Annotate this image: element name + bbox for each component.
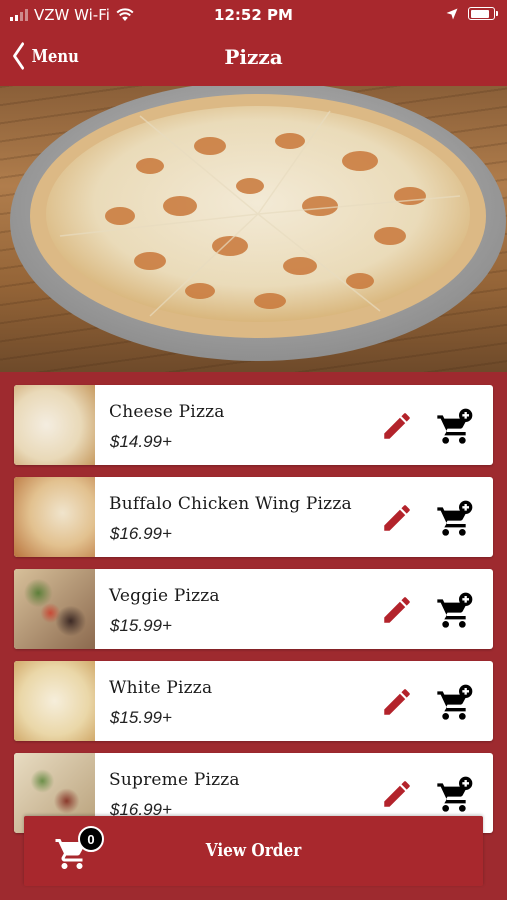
item-thumbnail: [14, 569, 95, 649]
item-thumbnail: [14, 385, 95, 465]
battery-icon: [468, 7, 498, 20]
item-price: $15.99+: [110, 616, 172, 635]
item-price: $16.99+: [110, 524, 172, 543]
item-name: White Pizza: [109, 678, 213, 698]
item-thumbnail: [14, 661, 95, 741]
add-to-cart-icon[interactable]: [434, 407, 474, 447]
item-price: $15.99+: [110, 708, 172, 727]
edit-icon[interactable]: [380, 409, 414, 443]
page-title: Pizza: [224, 45, 283, 69]
edit-icon[interactable]: [380, 501, 414, 535]
status-bar: VZW Wi-Fi 12:52 PM: [0, 0, 507, 30]
item-name: Veggie Pizza: [109, 586, 220, 606]
add-to-cart-icon[interactable]: [434, 591, 474, 631]
item-name: Buffalo Chicken Wing Pizza: [109, 494, 352, 514]
menu-item-buffalo-chicken-wing-pizza[interactable]: Buffalo Chicken Wing Pizza $16.99+: [14, 477, 493, 557]
hero-image: [0, 86, 507, 372]
add-to-cart-icon[interactable]: [434, 499, 474, 539]
nav-bar: Menu Pizza: [0, 30, 507, 86]
item-name: Cheese Pizza: [109, 402, 225, 422]
add-to-cart-icon[interactable]: [434, 775, 474, 815]
edit-icon[interactable]: [380, 593, 414, 627]
menu-item-veggie-pizza[interactable]: Veggie Pizza $15.99+: [14, 569, 493, 649]
pizza-photo: [10, 86, 506, 361]
battery-fill: [470, 9, 490, 18]
item-thumbnail: [14, 477, 95, 557]
location-arrow-icon: [446, 8, 458, 19]
menu-item-white-pizza[interactable]: White Pizza $15.99+: [14, 661, 493, 741]
item-price: $14.99+: [110, 432, 172, 451]
status-right: [446, 7, 498, 20]
menu-item-cheese-pizza[interactable]: Cheese Pizza $14.99+: [14, 385, 493, 465]
view-order-button[interactable]: 0 View Order: [24, 816, 483, 886]
add-to-cart-icon[interactable]: [434, 683, 474, 723]
item-name: Supreme Pizza: [109, 770, 240, 790]
edit-icon[interactable]: [380, 685, 414, 719]
edit-icon[interactable]: [380, 777, 414, 811]
view-order-label: View Order: [205, 840, 302, 861]
status-time: 12:52 PM: [214, 6, 293, 24]
